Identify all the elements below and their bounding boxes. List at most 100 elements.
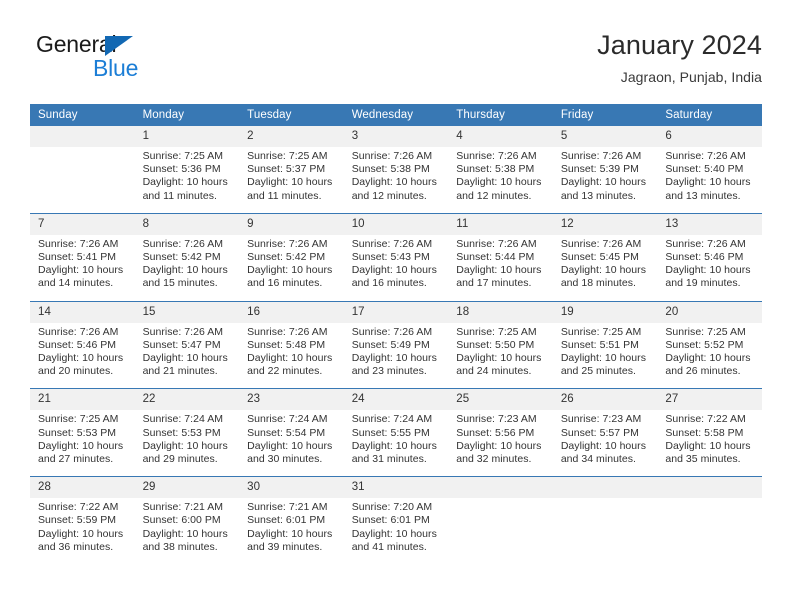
day-number[interactable]: 15 [134,301,240,323]
day-cell[interactable]: Sunrise: 7:20 AM Sunset: 6:01 PM Dayligh… [343,498,449,567]
day-cell[interactable]: Sunrise: 7:26 AM Sunset: 5:42 PM Dayligh… [134,234,240,301]
day-number[interactable]: 5 [552,126,658,147]
day-cell[interactable]: Sunrise: 7:25 AM Sunset: 5:53 PM Dayligh… [30,410,135,477]
daylight-text-line1: Daylight: 10 hours [38,527,124,540]
daylight-text-line2: and 36 minutes. [38,540,114,553]
day-number[interactable]: 24 [343,389,449,411]
day-cell[interactable]: Sunrise: 7:26 AM Sunset: 5:40 PM Dayligh… [657,147,762,213]
daylight-text-line2: and 35 minutes. [665,453,741,466]
day-cell[interactable]: Sunrise: 7:21 AM Sunset: 6:00 PM Dayligh… [134,498,240,567]
daylight-text-line2: and 30 minutes. [247,453,323,466]
day-cell[interactable]: Sunrise: 7:26 AM Sunset: 5:38 PM Dayligh… [343,147,449,213]
day-cell[interactable] [657,498,762,567]
general-blue-logo[interactable]: General Blue [36,32,236,90]
day-number[interactable]: 29 [134,477,240,499]
daylight-text-line1: Daylight: 10 hours [142,352,228,365]
day-number[interactable]: 18 [448,301,553,323]
day-number[interactable]: 8 [134,213,240,235]
day-cell[interactable]: Sunrise: 7:26 AM Sunset: 5:42 PM Dayligh… [239,234,344,301]
day-number[interactable]: 16 [239,301,344,323]
day-number[interactable] [552,477,658,499]
day-number[interactable]: 12 [552,213,658,235]
daylight-text-line2: and 14 minutes. [38,277,114,290]
daylight-text-line2: and 16 minutes. [247,277,323,290]
day-number[interactable]: 27 [657,389,762,411]
day-number[interactable]: 23 [239,389,344,411]
day-cell[interactable]: Sunrise: 7:25 AM Sunset: 5:37 PM Dayligh… [239,147,344,213]
day-number[interactable]: 9 [239,213,344,235]
sunrise-text: Sunrise: 7:25 AM [456,325,537,338]
day-number[interactable]: 21 [30,389,135,411]
day-cell[interactable] [552,498,658,567]
day-number[interactable]: 26 [552,389,658,411]
sunset-text: Sunset: 5:56 PM [456,426,535,439]
day-number[interactable]: 19 [552,301,658,323]
day-cell[interactable]: Sunrise: 7:24 AM Sunset: 5:54 PM Dayligh… [239,410,344,477]
sunrise-text: Sunrise: 7:26 AM [456,237,537,250]
day-cell[interactable] [30,147,135,213]
day-cell[interactable]: Sunrise: 7:26 AM Sunset: 5:44 PM Dayligh… [448,234,553,301]
day-cell[interactable]: Sunrise: 7:26 AM Sunset: 5:38 PM Dayligh… [448,147,553,213]
day-cell[interactable]: Sunrise: 7:25 AM Sunset: 5:36 PM Dayligh… [134,147,240,213]
day-number[interactable]: 17 [343,301,449,323]
day-cell[interactable]: Sunrise: 7:22 AM Sunset: 5:58 PM Dayligh… [657,410,762,477]
day-cell[interactable]: Sunrise: 7:25 AM Sunset: 5:52 PM Dayligh… [657,322,762,389]
day-number[interactable]: 22 [134,389,240,411]
day-number[interactable]: 2 [239,126,344,147]
sunset-text: Sunset: 5:55 PM [351,426,430,439]
day-number[interactable]: 7 [30,213,135,235]
day-cell[interactable]: Sunrise: 7:23 AM Sunset: 5:57 PM Dayligh… [552,410,658,477]
day-cell[interactable]: Sunrise: 7:26 AM Sunset: 5:48 PM Dayligh… [239,322,344,389]
day-number[interactable]: 31 [343,477,449,499]
day-cell[interactable] [448,498,553,567]
daylight-text-line1: Daylight: 10 hours [38,264,124,277]
sunset-text: Sunset: 5:49 PM [351,338,430,351]
day-cell[interactable]: Sunrise: 7:23 AM Sunset: 5:56 PM Dayligh… [448,410,553,477]
sunset-text: Sunset: 5:50 PM [456,338,535,351]
day-cell[interactable]: Sunrise: 7:26 AM Sunset: 5:39 PM Dayligh… [552,147,658,213]
day-cell[interactable]: Sunrise: 7:21 AM Sunset: 6:01 PM Dayligh… [239,498,344,567]
sunset-text: Sunset: 5:43 PM [351,251,430,264]
day-cell[interactable]: Sunrise: 7:26 AM Sunset: 5:46 PM Dayligh… [30,322,135,389]
day-cell[interactable]: Sunrise: 7:26 AM Sunset: 5:41 PM Dayligh… [30,234,135,301]
day-cell[interactable]: Sunrise: 7:26 AM Sunset: 5:46 PM Dayligh… [657,234,762,301]
daylight-text-line2: and 22 minutes. [247,365,323,378]
day-number[interactable]: 3 [343,126,449,147]
day-cell[interactable]: Sunrise: 7:25 AM Sunset: 5:51 PM Dayligh… [552,322,658,389]
day-number[interactable]: 30 [239,477,344,499]
day-cell[interactable]: Sunrise: 7:24 AM Sunset: 5:53 PM Dayligh… [134,410,240,477]
day-number[interactable]: 4 [448,126,553,147]
day-number[interactable]: 10 [343,213,449,235]
daylight-text-line1: Daylight: 10 hours [456,176,542,189]
sunset-text: Sunset: 6:01 PM [351,514,430,527]
day-cell[interactable]: Sunrise: 7:26 AM Sunset: 5:47 PM Dayligh… [134,322,240,389]
day-cell[interactable]: Sunrise: 7:26 AM Sunset: 5:49 PM Dayligh… [343,322,449,389]
day-cell[interactable]: Sunrise: 7:22 AM Sunset: 5:59 PM Dayligh… [30,498,135,567]
daylight-text-line2: and 31 minutes. [351,453,427,466]
sunrise-text: Sunrise: 7:20 AM [351,501,433,514]
day-number[interactable]: 6 [657,126,762,147]
day-number[interactable] [30,126,135,147]
day-number[interactable]: 1 [134,126,240,147]
day-cell[interactable]: Sunrise: 7:26 AM Sunset: 5:45 PM Dayligh… [552,234,658,301]
day-cell[interactable]: Sunrise: 7:26 AM Sunset: 5:43 PM Dayligh… [343,234,449,301]
day-cell[interactable]: Sunrise: 7:25 AM Sunset: 5:50 PM Dayligh… [448,322,553,389]
day-number[interactable]: 20 [657,301,762,323]
title-block: January 2024 Jagraon, Punjab, India [597,28,762,87]
day-number[interactable]: 25 [448,389,553,411]
weekday-header-row: Sunday Monday Tuesday Wednesday Thursday… [30,104,762,126]
daylight-text-line2: and 21 minutes. [142,365,218,378]
day-number[interactable]: 11 [448,213,553,235]
day-number[interactable] [448,477,553,499]
day-cell[interactable]: Sunrise: 7:24 AM Sunset: 5:55 PM Dayligh… [343,410,449,477]
daylight-text-line2: and 29 minutes. [142,453,218,466]
sunrise-text: Sunrise: 7:26 AM [142,325,224,338]
sunset-text: Sunset: 5:54 PM [247,426,326,439]
day-number[interactable]: 14 [30,301,135,323]
daylight-text-line1: Daylight: 10 hours [351,352,437,365]
day-number[interactable]: 28 [30,477,135,499]
day-number[interactable]: 13 [657,213,762,235]
week-5-daynumber-row: 28 29 30 31 [30,477,762,499]
day-number[interactable] [657,477,762,499]
daylight-text-line1: Daylight: 10 hours [456,264,542,277]
